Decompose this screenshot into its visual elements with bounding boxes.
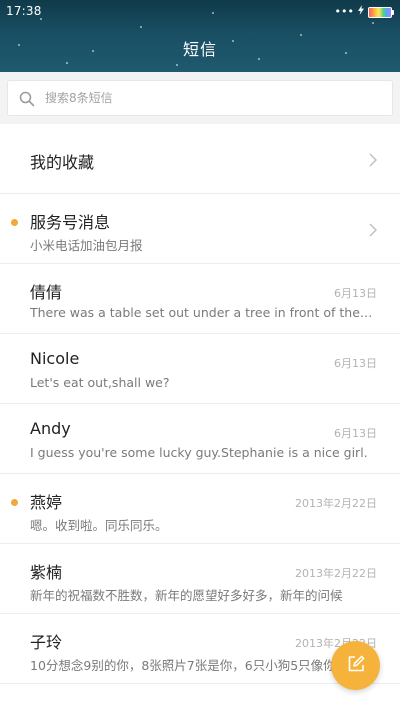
conversation-list: 我的收藏 服务号消息 小米电话加油包月报 倩倩 6月13日 There was … bbox=[0, 124, 400, 684]
message-date: 6月13日 bbox=[334, 287, 377, 300]
message-preview: Let's eat out,shall we? bbox=[30, 375, 170, 390]
unread-indicator bbox=[11, 219, 18, 226]
message-preview: I guess you're some lucky guy.Stephanie … bbox=[30, 445, 368, 460]
signal-dots-icon: ••• bbox=[334, 5, 354, 18]
status-bar: 17:38 ••• bbox=[0, 0, 400, 22]
message-date: 6月13日 bbox=[334, 357, 377, 370]
status-indicators: ••• bbox=[334, 5, 394, 19]
list-item-conversation[interactable]: Nicole 6月13日 Let's eat out,shall we? bbox=[0, 334, 400, 404]
search-box[interactable] bbox=[7, 80, 393, 116]
search-icon bbox=[19, 91, 35, 107]
list-item-conversation[interactable]: 倩倩 6月13日 There was a table set out under… bbox=[0, 264, 400, 334]
message-preview: 新年的祝福数不胜数，新年的愿望好多好多，新年的问候 bbox=[30, 588, 343, 603]
chevron-right-icon bbox=[368, 222, 378, 237]
list-item-title: 服务号消息 bbox=[30, 213, 111, 232]
list-item-preview: 小米电话加油包月报 bbox=[30, 238, 143, 253]
list-item-conversation[interactable]: 燕婷 2013年2月22日 嗯。收到啦。同乐同乐。 bbox=[0, 474, 400, 544]
contact-name: 紫楠 bbox=[30, 563, 63, 582]
unread-indicator bbox=[11, 499, 18, 506]
message-preview: 嗯。收到啦。同乐同乐。 bbox=[30, 518, 168, 533]
compose-icon bbox=[347, 655, 365, 677]
page-title: 短信 bbox=[182, 40, 217, 59]
battery-icon bbox=[368, 6, 394, 18]
contact-name: Andy bbox=[30, 419, 71, 438]
status-time: 17:38 bbox=[6, 4, 42, 18]
list-item-service-messages[interactable]: 服务号消息 小米电话加油包月报 bbox=[0, 194, 400, 264]
lightning-bolt-icon bbox=[358, 5, 364, 19]
app-header: 17:38 ••• 短信 bbox=[0, 0, 400, 72]
messages-screen: 17:38 ••• 短信 我的收藏 bbox=[0, 0, 400, 711]
list-item-title: 我的收藏 bbox=[30, 153, 95, 172]
chevron-right-icon bbox=[368, 152, 378, 167]
message-date: 2013年2月22日 bbox=[295, 567, 377, 580]
contact-name: 子玲 bbox=[30, 633, 63, 652]
message-date: 6月13日 bbox=[334, 427, 377, 440]
search-input[interactable] bbox=[45, 81, 375, 115]
contact-name: 倩倩 bbox=[30, 283, 63, 302]
list-item-favorites[interactable]: 我的收藏 bbox=[0, 124, 400, 194]
message-preview: 10分想念9别的你，8张照片7张是你，6只小狗5只像你 bbox=[30, 658, 336, 673]
message-preview: There was a table set out under a tree i… bbox=[30, 305, 375, 320]
compose-button[interactable] bbox=[331, 641, 380, 690]
message-date: 2013年2月22日 bbox=[295, 497, 377, 510]
search-area bbox=[0, 72, 400, 124]
list-item-conversation[interactable]: Andy 6月13日 I guess you're some lucky guy… bbox=[0, 404, 400, 474]
list-item-conversation[interactable]: 紫楠 2013年2月22日 新年的祝福数不胜数，新年的愿望好多好多，新年的问候 bbox=[0, 544, 400, 614]
contact-name: Nicole bbox=[30, 349, 80, 368]
contact-name: 燕婷 bbox=[30, 493, 63, 512]
